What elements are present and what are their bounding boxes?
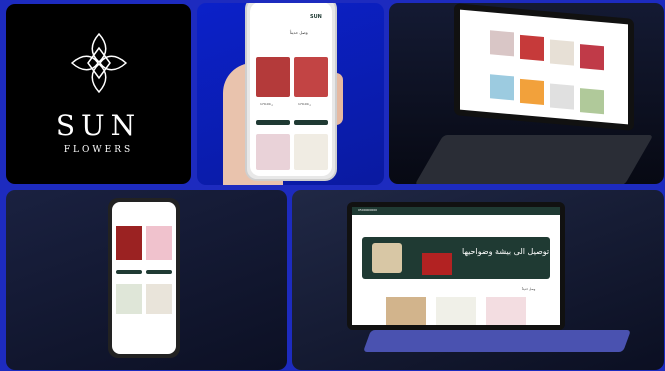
laptop-screen: [460, 9, 628, 125]
product-image: [294, 134, 328, 170]
logo-panel: SUN FLOWERS: [6, 4, 191, 184]
price-label: ر.179.00: [260, 102, 273, 106]
laptop-screen: 0500000000 توصيل الى بيشة وضواحيها وصل ح…: [352, 207, 560, 325]
hero-text: توصيل الى بيشة وضواحيها: [462, 247, 550, 256]
section-label: وصل حديثاً: [522, 287, 536, 291]
phone-screen: SUN وصل حديثاً ر.179.00 ر.179.00: [250, 3, 332, 176]
brand-tagline: FLOWERS: [63, 145, 134, 155]
laptop-hero-panel: 0500000000 توصيل الى بيشة وضواحيها وصل ح…: [292, 190, 664, 370]
product-image: [256, 57, 290, 97]
laptop-lid: 0500000000 توصيل الى بيشة وضواحيها وصل ح…: [347, 202, 565, 330]
laptop-panel: [389, 3, 664, 184]
phone-header-logo: SUN: [310, 14, 322, 20]
add-to-cart-button[interactable]: [294, 120, 328, 125]
phone: SUN وصل حديثاً ر.179.00 ر.179.00: [245, 3, 337, 181]
phone-number: 0500000000: [358, 208, 378, 212]
phone: [108, 198, 180, 358]
brand-name: SUN: [55, 109, 142, 142]
laptop-lid: [454, 3, 634, 131]
phone-greeting: وصل حديثاً: [290, 30, 308, 35]
laptop-keyboard: [414, 135, 654, 184]
add-to-cart-button[interactable]: [256, 120, 290, 125]
top-bar: [352, 207, 560, 215]
product-image: [256, 134, 290, 170]
phone-screen: [112, 202, 176, 354]
product-image: [294, 57, 328, 97]
flower-logo-icon: [70, 32, 128, 94]
phone-dark-panel: [6, 190, 287, 370]
laptop-keyboard: [362, 330, 632, 352]
phone-hand-panel: SUN وصل حديثاً ر.179.00 ر.179.00: [197, 3, 384, 185]
price-label: ر.179.00: [298, 102, 311, 106]
